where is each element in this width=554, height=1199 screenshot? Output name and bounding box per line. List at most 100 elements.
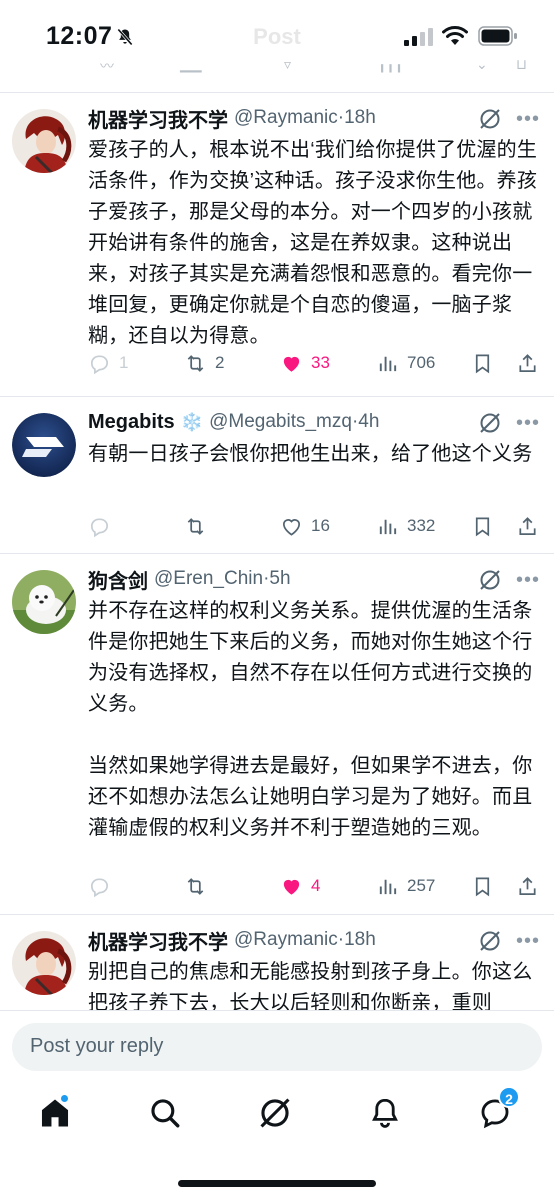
reply-placeholder: Post your reply	[30, 1035, 164, 1057]
share-icon: ⊔	[516, 56, 527, 72]
reply-button[interactable]	[88, 872, 111, 900]
reply-icon	[90, 877, 109, 897]
reply-icon	[90, 517, 109, 537]
avatar[interactable]	[12, 413, 76, 477]
tweet-header: 机器学习我不学 @Raymanic ·18h	[88, 103, 540, 133]
repost-icon	[187, 517, 204, 535]
ghost-page-title: Post	[253, 24, 301, 49]
tweet[interactable]: 狗含剑 @Eren_Chin ·5h ••• 并不存在这样的权利义务关系。提供优…	[0, 554, 554, 914]
repost-icon	[187, 354, 204, 372]
grok-icon[interactable]	[478, 107, 502, 131]
tweet-body: 狗含剑 @Eren_Chin ·5h ••• 并不存在这样的权利义务关系。提供优…	[88, 564, 540, 844]
tweet-header: 狗含剑 @Eren_Chin ·5h	[88, 564, 540, 594]
handle[interactable]: @Raymanic	[234, 107, 338, 129]
timestamp[interactable]: ·18h	[338, 107, 376, 129]
tweet[interactable]: Megabits ❄️ @Megabits_mzq ·4h ••• 有朝一日孩子…	[0, 397, 554, 553]
display-name[interactable]: 狗含剑	[88, 565, 148, 594]
home-indicator	[178, 1180, 376, 1187]
handle[interactable]: @Megabits_mzq	[209, 411, 352, 433]
timestamp[interactable]: ·5h	[263, 568, 290, 590]
avatar[interactable]	[12, 931, 76, 995]
tab-notifications[interactable]	[368, 1096, 408, 1136]
unread-dot	[60, 1094, 69, 1103]
like-icon: ▿	[284, 56, 292, 72]
tweet-header: 机器学习我不学 @Raymanic ·18h	[88, 925, 540, 955]
wifi-icon	[442, 26, 468, 45]
share-button[interactable]	[516, 512, 539, 540]
reply-icon	[90, 354, 109, 374]
grok-icon[interactable]	[478, 411, 502, 435]
share-icon	[519, 516, 536, 535]
views-button[interactable]: 706	[376, 349, 435, 377]
handle[interactable]: @Raymanic	[234, 929, 338, 951]
views-button[interactable]: 332	[376, 512, 435, 540]
cellular-signal-icon	[404, 28, 433, 46]
heart-filled-icon	[283, 879, 300, 895]
tweet-body: 机器学习我不学 @Raymanic ·18h ••• 别把自己的焦虑和无能感投射…	[88, 925, 540, 1010]
timestamp[interactable]: ·4h	[352, 411, 379, 433]
tweet[interactable]: 机器学习我不学 @Raymanic ·18h ••• 别把自己的焦虑和无能感投射…	[0, 915, 554, 1010]
tab-home[interactable]	[38, 1094, 78, 1136]
tab-messages[interactable]: 2	[478, 1086, 520, 1136]
more-options-icon[interactable]: •••	[516, 929, 540, 953]
timestamp[interactable]: ·18h	[338, 929, 376, 951]
handle[interactable]: @Eren_Chin	[154, 568, 263, 590]
tweet-text: 有朝一日孩子会恨你把他生出来，给了他这个义务	[88, 443, 533, 465]
tweet-text: 并不存在这样的权利义务关系。提供优渥的生活条件是你把她生下来后的义务，而她对你生…	[88, 600, 533, 839]
views-icon: ╻╻╻	[378, 56, 404, 72]
share-button[interactable]	[516, 349, 539, 377]
tweet-body: 机器学习我不学 @Raymanic ·18h ••• 爱孩子的人，根本说不出‘我…	[88, 103, 540, 352]
tweet-actions: 1 2 33 706	[88, 349, 540, 377]
display-name[interactable]: 机器学习我不学	[88, 926, 228, 955]
repost-icon	[187, 877, 204, 895]
bookmark-button[interactable]	[471, 872, 494, 900]
tweet-actions: 4 257	[88, 872, 540, 900]
snowflake-emoji: ❄️	[180, 411, 204, 432]
grok-icon[interactable]	[478, 568, 502, 592]
like-count: 16	[311, 516, 330, 535]
reply-composer-bar: Post your reply	[0, 1010, 554, 1082]
more-options-icon[interactable]: •••	[516, 107, 540, 131]
grok-icon[interactable]	[478, 929, 502, 953]
avatar[interactable]	[12, 570, 76, 634]
display-name[interactable]: 机器学习我不学	[88, 104, 228, 133]
tweet-body: Megabits ❄️ @Megabits_mzq ·4h ••• 有朝一日孩子…	[88, 407, 540, 470]
views-button[interactable]: 257	[376, 872, 435, 900]
more-options-icon[interactable]: •••	[516, 411, 540, 435]
bookmark-button[interactable]	[471, 349, 494, 377]
reply-button[interactable]: 1	[88, 349, 128, 377]
repost-button[interactable]	[184, 872, 207, 900]
more-options-icon[interactable]: •••	[516, 568, 540, 592]
messages-badge: 2	[498, 1086, 520, 1108]
previous-tweet-actions: 〰 ▁▁ ▿ ╻╻╻ ⌄ ⊔	[0, 54, 554, 74]
tweet[interactable]: 机器学习我不学 @Raymanic ·18h ••• 爱孩子的人，根本说不出‘我…	[0, 93, 554, 396]
display-name[interactable]: Megabits	[88, 411, 175, 434]
battery-icon	[478, 26, 517, 46]
tweet-header: Megabits ❄️ @Megabits_mzq ·4h	[88, 407, 540, 437]
repost-button[interactable]	[184, 512, 207, 540]
reply-input[interactable]: Post your reply	[12, 1023, 542, 1071]
share-button[interactable]	[516, 872, 539, 900]
like-button[interactable]: 4	[280, 872, 320, 900]
heart-filled-icon	[283, 356, 300, 372]
views-icon	[379, 879, 397, 894]
search-icon	[151, 1099, 180, 1128]
bookmark-button[interactable]	[471, 512, 494, 540]
bookmark-icon	[475, 876, 490, 896]
tab-grok[interactable]	[258, 1096, 298, 1136]
share-icon	[519, 353, 536, 372]
bottom-tab-bar: 2	[0, 1082, 554, 1199]
like-button[interactable]: 16	[280, 512, 330, 540]
avatar[interactable]	[12, 109, 76, 173]
reply-count: 1	[119, 353, 129, 372]
like-button[interactable]: 33	[280, 349, 330, 377]
tab-search[interactable]	[148, 1096, 188, 1136]
repost-button[interactable]: 2	[184, 349, 224, 377]
views-icon	[379, 356, 397, 371]
views-count: 257	[407, 876, 436, 895]
reply-feed: 机器学习我不学 @Raymanic ·18h ••• 爱孩子的人，根本说不出‘我…	[0, 92, 554, 1010]
grok-icon	[260, 1098, 290, 1128]
reply-button[interactable]	[88, 512, 111, 540]
share-icon	[519, 876, 536, 895]
like-count: 4	[311, 876, 321, 895]
